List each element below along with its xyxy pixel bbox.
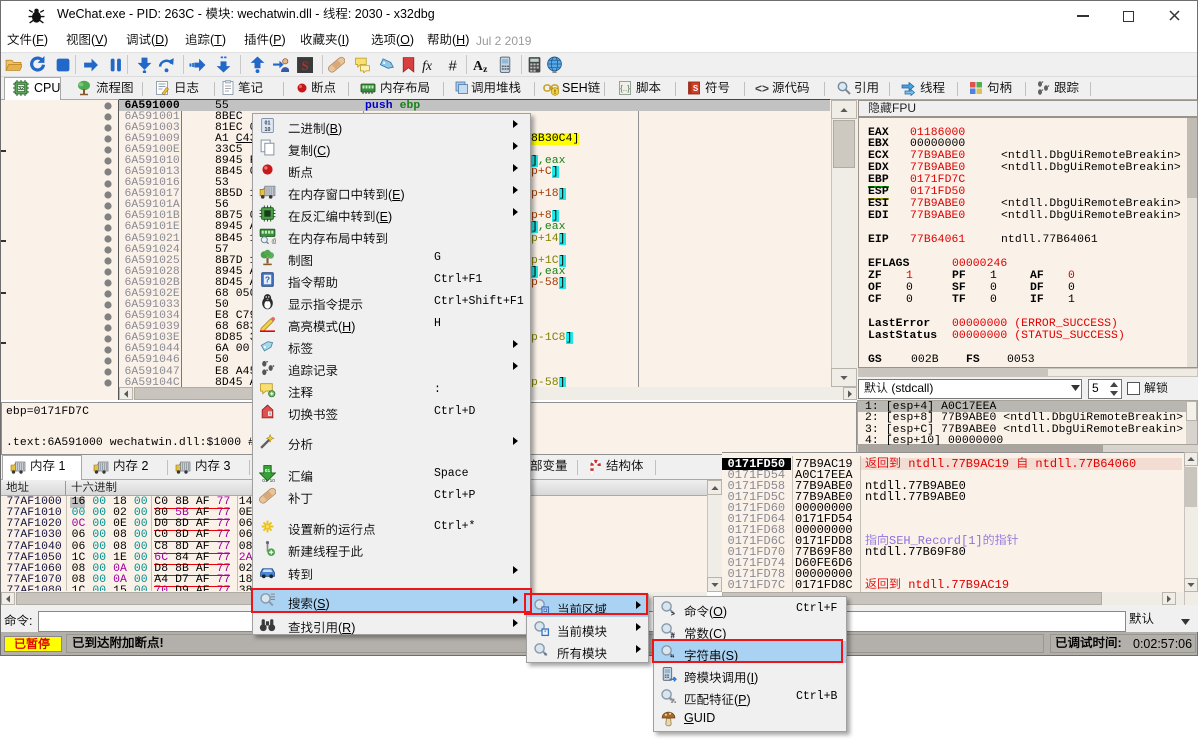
svg-text:32: 32 — [18, 86, 24, 92]
svg-text:!: ! — [554, 89, 556, 96]
svg-text:A: A — [473, 58, 483, 73]
svg-text:10: 10 — [265, 126, 271, 132]
svg-text:?: ? — [265, 274, 270, 284]
svg-text:01: 01 — [262, 478, 268, 482]
svg-text:z: z — [483, 64, 488, 73]
svg-text:S: S — [693, 84, 699, 93]
svg-text:01: 01 — [265, 120, 271, 126]
svg-text:#: # — [671, 631, 676, 639]
svg-text:S: S — [301, 59, 308, 73]
svg-text:{..}: {..} — [620, 84, 630, 93]
svg-text:@: @ — [271, 237, 276, 243]
svg-text:fx: fx — [422, 58, 433, 73]
svg-text:10: 10 — [270, 478, 276, 482]
svg-text:#: # — [448, 59, 457, 73]
svg-text:01: 01 — [265, 468, 271, 474]
svg-text:<>: <> — [755, 82, 769, 96]
svg-text:>: > — [671, 608, 676, 616]
